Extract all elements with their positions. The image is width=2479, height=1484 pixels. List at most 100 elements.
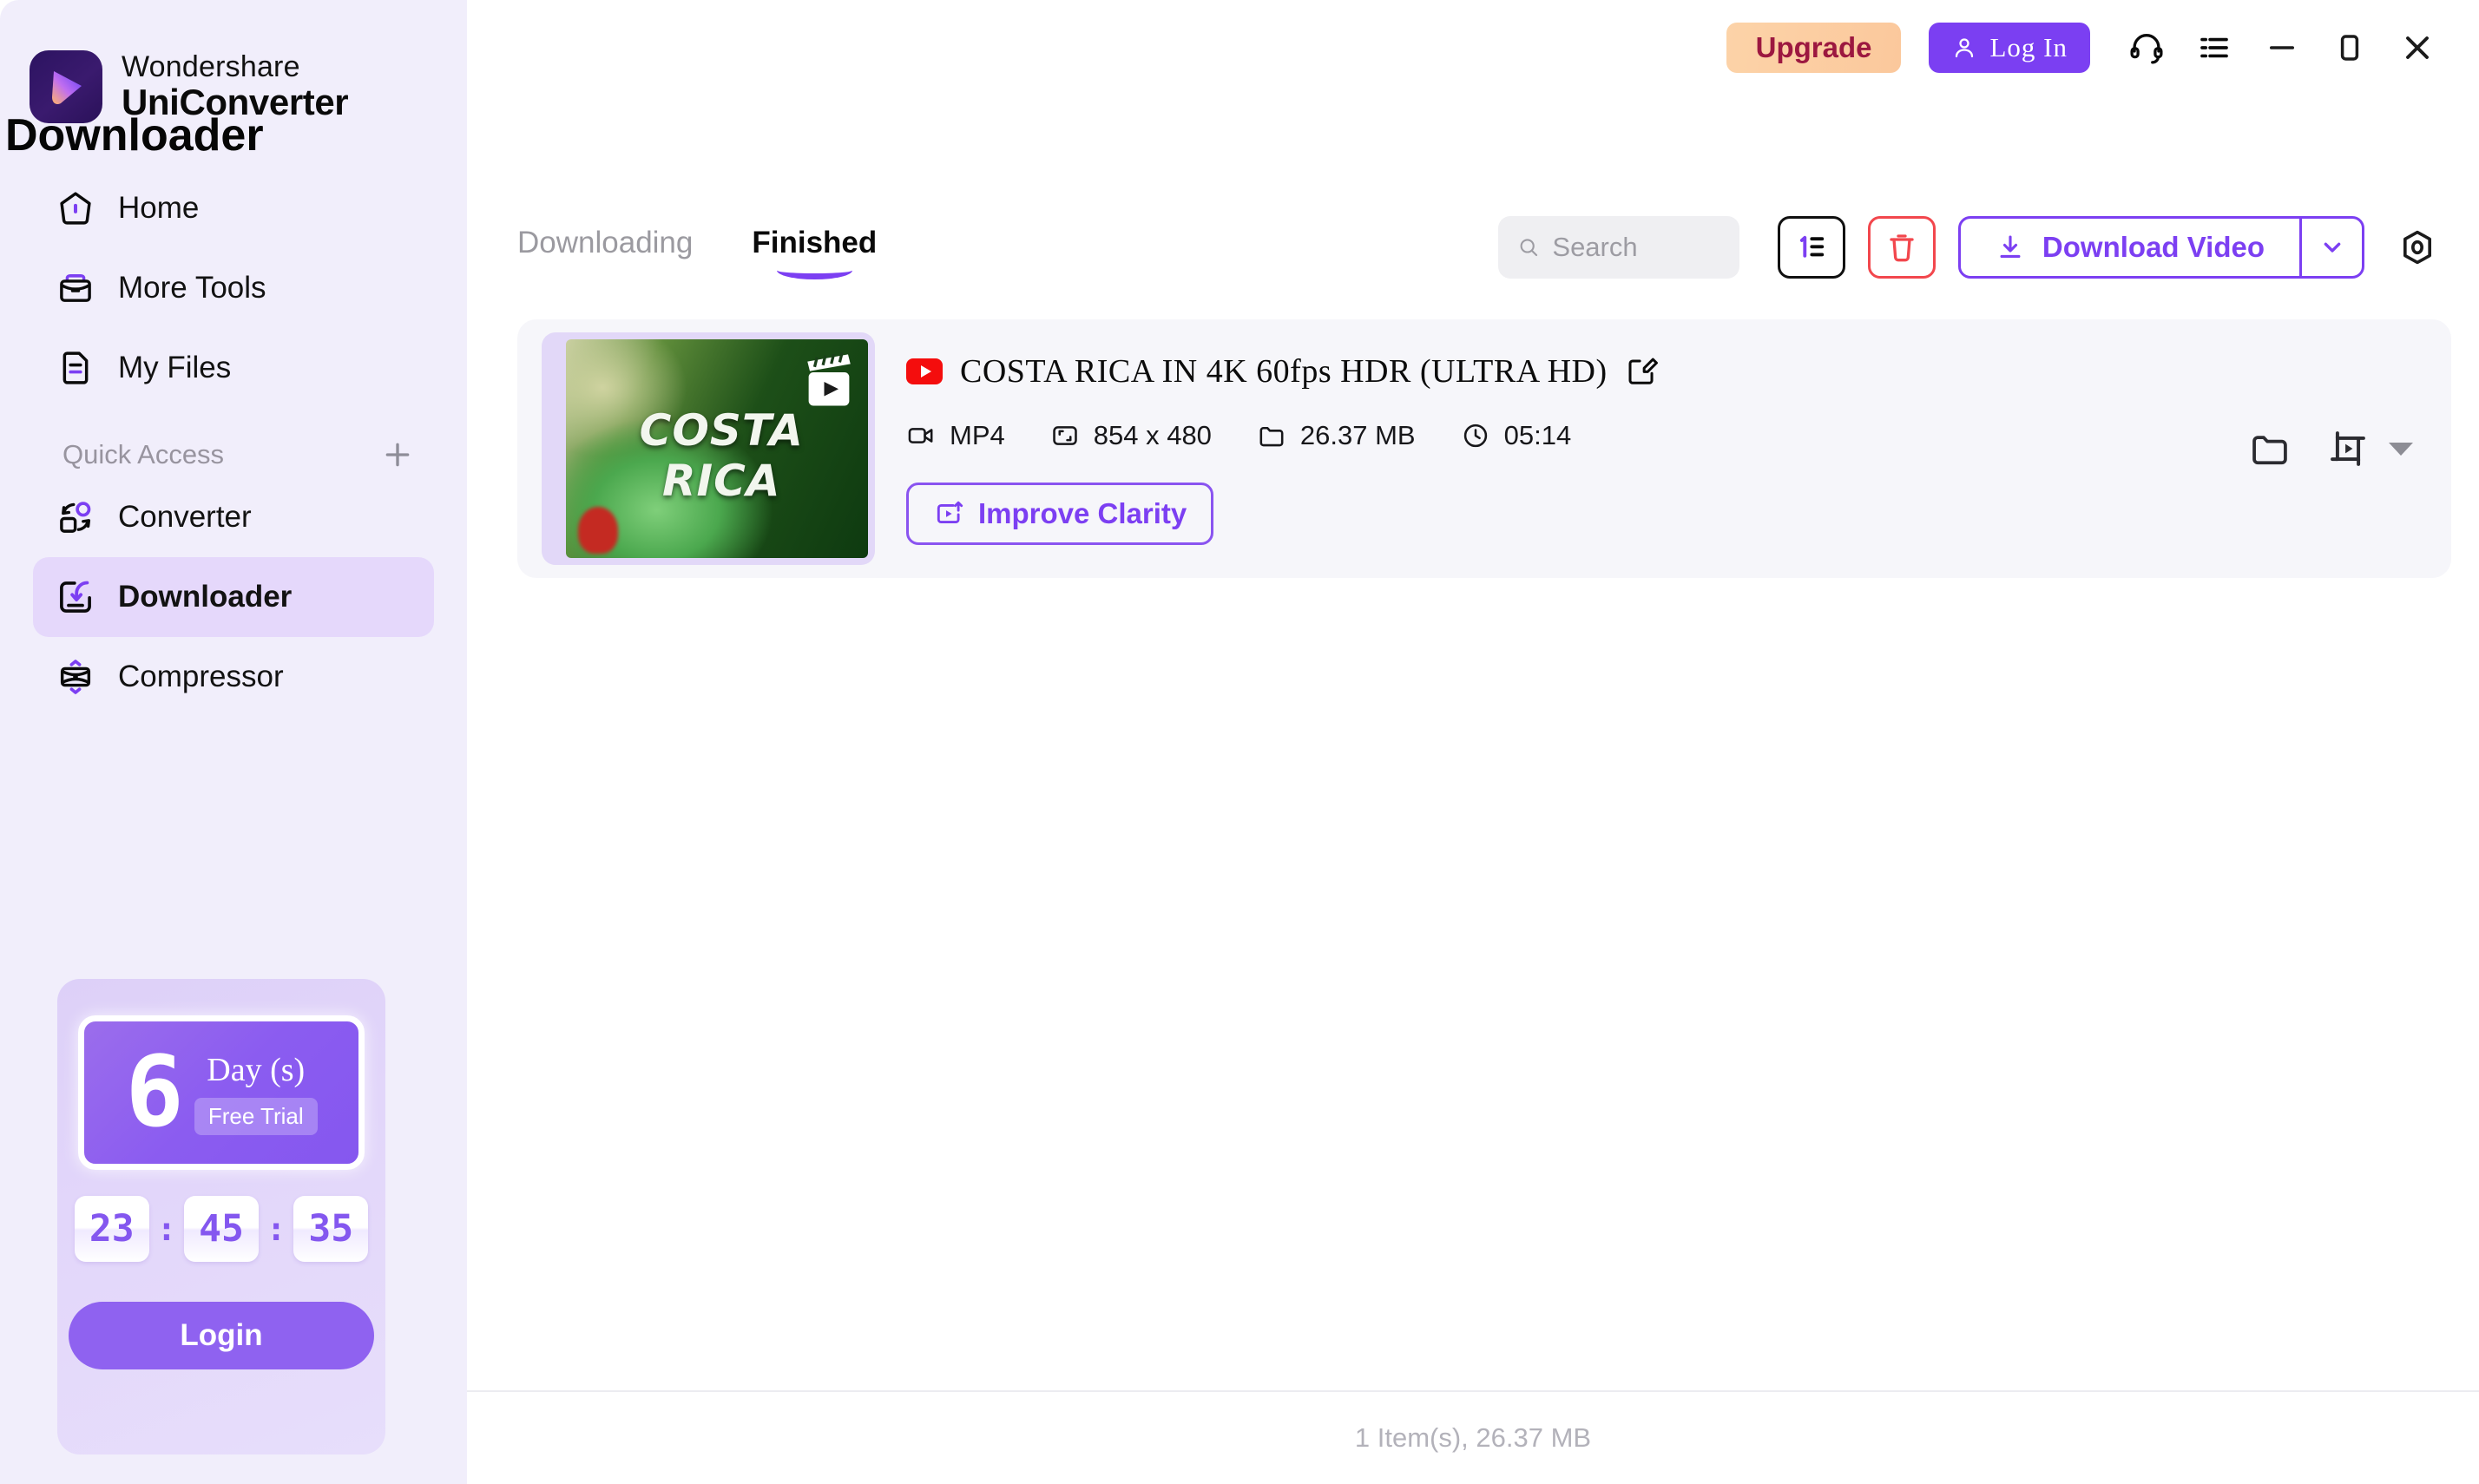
item-more-options-button[interactable] xyxy=(2389,442,2413,456)
content-container: Downloader Downloading Finished Search D… xyxy=(5,95,2479,578)
countdown-seconds: 35 xyxy=(293,1196,369,1262)
sidebar-item-converter[interactable]: Converter xyxy=(33,477,434,557)
youtube-icon xyxy=(906,358,943,384)
download-list: COSTA RICA COSTA RICA IN 4K 60fps HDR (U… xyxy=(517,319,2451,578)
log-in-button[interactable]: Log In xyxy=(1929,23,2090,73)
converter-icon xyxy=(60,502,91,533)
sidebar-item-compressor[interactable]: Compressor xyxy=(33,637,434,717)
search-icon xyxy=(1520,239,1538,257)
clock-icon xyxy=(1463,424,1487,448)
countdown-separator: : xyxy=(156,1210,176,1248)
gear-icon xyxy=(2403,230,2432,265)
sidebar-item-my-files[interactable]: My Files xyxy=(33,328,434,408)
folder-icon xyxy=(1259,426,1284,447)
open-folder-button[interactable] xyxy=(2248,427,2292,470)
meta-duration: 05:14 xyxy=(1461,420,1572,451)
countdown-minutes: 45 xyxy=(184,1196,259,1262)
trial-days-label: Day (s) xyxy=(207,1051,306,1088)
sidebar-item-label: Home xyxy=(118,191,200,225)
meta-duration-value: 05:14 xyxy=(1503,420,1572,450)
video-camera-icon xyxy=(908,428,933,443)
tabs-and-toolbar: Downloading Finished Search Download Vid… xyxy=(517,210,2451,285)
primary-nav: Home More Tools My Files xyxy=(0,168,467,408)
page-title: Downloader xyxy=(5,110,264,161)
chevron-down-icon xyxy=(2324,242,2340,253)
thumbnail-detail xyxy=(577,506,618,554)
improve-clarity-label: Improve Clarity xyxy=(978,497,1187,529)
trial-days-card: 6 Day (s) Free Trial xyxy=(78,1015,365,1170)
download-video-button[interactable]: Download Video xyxy=(1961,219,2299,276)
convert-button[interactable] xyxy=(2326,427,2370,470)
status-text: 1 Item(s), 26.37 MB xyxy=(1354,1422,1592,1453)
free-trial-badge: Free Trial xyxy=(194,1097,318,1135)
edit-icon[interactable] xyxy=(1625,355,1658,388)
login-button[interactable]: Login xyxy=(69,1302,374,1369)
sidebar-item-label: My Files xyxy=(118,351,232,384)
home-icon xyxy=(60,192,91,225)
sidebar-item-label: Downloader xyxy=(118,580,293,614)
sidebar-item-more-tools[interactable]: More Tools xyxy=(33,248,434,328)
user-icon xyxy=(1956,38,1974,58)
item-title-row: COSTA RICA IN 4K 60fps HDR (ULTRA HD) xyxy=(906,352,2248,391)
meta-resolution-value: 854 x 480 xyxy=(1093,420,1212,450)
improve-clarity-button[interactable]: Improve Clarity xyxy=(906,483,1214,545)
main-area: Upgrade Log In Downloader Downloading Fi… xyxy=(5,0,2479,1484)
resolution-icon xyxy=(1053,426,1077,445)
thumbnail-caption: COSTA RICA xyxy=(639,404,804,506)
status-bar: 1 Item(s), 26.37 MB xyxy=(467,1390,2479,1484)
downloader-icon xyxy=(60,581,91,613)
minimize-button[interactable] xyxy=(2248,14,2316,82)
trash-icon xyxy=(1890,234,1914,262)
clapperboard-play-icon xyxy=(807,352,851,406)
sidebar-item-label: Converter xyxy=(118,500,252,534)
support-button[interactable] xyxy=(2113,14,2180,82)
brand-line-1: Wondershare xyxy=(122,50,300,84)
log-in-label: Log In xyxy=(1989,32,2068,62)
toolbox-icon xyxy=(60,273,91,302)
tab-downloading[interactable]: Downloading xyxy=(517,226,693,269)
search-input[interactable] xyxy=(1552,232,1720,263)
countdown-separator: : xyxy=(266,1210,286,1248)
countdown-hours: 23 xyxy=(74,1196,149,1262)
download-options-button[interactable] xyxy=(2299,219,2362,276)
file-icon xyxy=(62,351,89,384)
application-window: Wondershare UniConverter Home More Tools… xyxy=(0,0,2479,1484)
sort-button[interactable] xyxy=(1777,216,1845,279)
download-video-label: Download Video xyxy=(2042,231,2265,263)
upgrade-button[interactable]: Upgrade xyxy=(1726,23,1902,73)
improve-clarity-icon xyxy=(937,501,963,524)
folder-icon xyxy=(2252,436,2287,465)
compressor-icon xyxy=(60,660,91,694)
headset-icon xyxy=(2130,34,2163,64)
menu-button[interactable] xyxy=(2180,14,2248,82)
sidebar-item-home[interactable]: Home xyxy=(33,168,434,248)
list-item[interactable]: COSTA RICA COSTA RICA IN 4K 60fps HDR (U… xyxy=(517,319,2451,578)
delete-button[interactable] xyxy=(1867,216,1936,279)
sidebar-item-downloader[interactable]: Downloader xyxy=(33,557,434,637)
quick-access-header: Quick Access xyxy=(62,437,415,472)
download-video-split-button: Download Video xyxy=(1957,216,2364,279)
quick-access-label: Quick Access xyxy=(62,439,225,469)
search-box[interactable] xyxy=(1497,216,1739,279)
item-details: COSTA RICA IN 4K 60fps HDR (ULTRA HD) MP… xyxy=(875,352,2248,545)
tab-finished[interactable]: Finished xyxy=(752,226,877,279)
trial-days-number: 6 xyxy=(125,1036,183,1149)
close-icon xyxy=(2406,36,2429,59)
sidebar-item-label: More Tools xyxy=(118,271,266,305)
minimize-icon xyxy=(2270,46,2294,49)
settings-button[interactable] xyxy=(2384,216,2451,279)
sidebar: Wondershare UniConverter Home More Tools… xyxy=(0,0,467,1484)
free-trial-widget: 6 Day (s) Free Trial 23 : 45 : 35 Login xyxy=(57,979,385,1454)
meta-size: 26.37 MB xyxy=(1257,420,1416,451)
maximize-icon xyxy=(2340,35,2359,61)
meta-size-value: 26.37 MB xyxy=(1299,420,1416,450)
meta-resolution: 854 x 480 xyxy=(1050,420,1212,451)
video-thumbnail[interactable]: COSTA RICA xyxy=(542,332,875,565)
download-icon xyxy=(2000,235,2021,259)
countdown-timer: 23 : 45 : 35 xyxy=(74,1196,369,1262)
item-title: COSTA RICA IN 4K 60fps HDR (ULTRA HD) xyxy=(960,353,1608,390)
add-quick-access-icon[interactable] xyxy=(380,437,415,472)
maximize-button[interactable] xyxy=(2316,14,2384,82)
meta-format-value: MP4 xyxy=(950,420,1005,450)
close-button[interactable] xyxy=(2384,14,2451,82)
